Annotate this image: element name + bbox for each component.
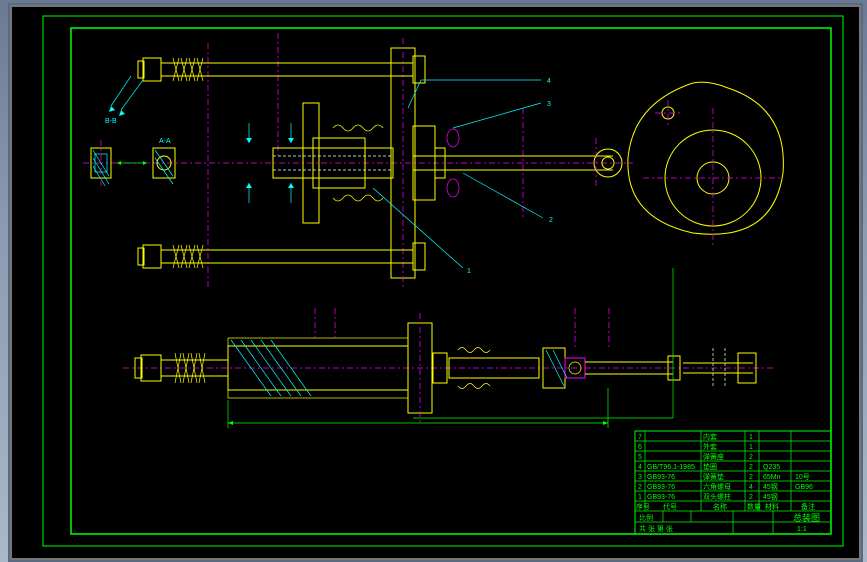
bom-row-5-desc: 弹簧座 [703,452,724,461]
bom-row-3-std: GB93-76 [647,474,675,481]
callout-3: 3 [547,101,551,108]
viewport-frame: B-B A-A 4 3 2 1 [8,3,863,562]
app-window: B-B A-A 4 3 2 1 [0,0,867,562]
bom-row-4-std: GB/T96.1-1985 [647,464,695,471]
sheet-label: 共 张 第 张 [639,524,673,533]
bom-row-3-no: 3 [638,474,642,481]
bom-row-2-desc: 六角螺母 [703,482,731,491]
bom-row-3-mat: 65Mn [763,474,781,481]
drawing-scale: 1:1 [797,526,807,533]
callout-4: 4 [547,78,551,85]
bom-row-2-qty: 4 [749,484,753,491]
callout-1: 1 [467,268,471,275]
bom-row-2-note: GB96 [795,484,813,491]
callout-2: 2 [549,217,553,224]
bom-row-3-qty: 2 [749,474,753,481]
bom-row-7-desc: 内套 [703,432,717,441]
bom-hdr-desc: 名称 [713,502,727,511]
bom-row-7-no: 7 [638,434,642,441]
section-label-aa: A-A [159,138,171,145]
bom-row-1-desc: 双头螺柱 [703,492,731,501]
bom-row-6-desc: 外套 [703,442,717,451]
bom-row-5-no: 5 [638,454,642,461]
bom-row-1-no: 1 [638,494,642,501]
bom-row-6-no: 6 [638,444,642,451]
bom-hdr-no: 序号 [636,502,650,511]
bom-row-1-qty: 2 [749,494,753,501]
cam-detail [628,82,784,248]
bom-row-6-qty: 1 [749,444,753,451]
bom-row-1-mat: 45钢 [763,492,778,501]
bom-row-4-qty: 2 [749,464,753,471]
titleblock: 7 内套 1 6 外套 1 5 弹簧座 2 4 GB/T96.1-1985 垫圈… [635,431,831,534]
bottom-view [123,268,773,428]
bom-row-5-qty: 2 [749,454,753,461]
callout-leaders [373,80,543,268]
bom-row-4-mat: Q235 [763,464,780,471]
sheet-outer-border [43,16,843,546]
bom-row-7-qty: 1 [749,434,753,441]
drawing-canvas[interactable]: B-B A-A 4 3 2 1 [13,8,858,557]
bom-row-3-desc: 弹簧垫 [703,472,724,481]
section-arrow-a [109,76,143,116]
drawing-title: 总装图 [793,512,820,523]
scale-label: 比例 [639,513,653,522]
bom-hdr-mat: 材料 [765,502,779,511]
bom-hdr-note: 备注 [801,502,815,511]
bom-row-2-no: 2 [638,484,642,491]
bom-row-2-std: GB93-76 [647,484,675,491]
top-assembly: B-B A-A 4 3 2 1 [83,33,633,290]
bom-row-1-std: GB93-76 [647,494,675,501]
bom-row-4-no: 4 [638,464,642,471]
cad-drawing[interactable]: B-B A-A 4 3 2 1 [13,8,858,557]
section-label-bb: B-B [105,118,117,125]
bom-row-2-mat: 45钢 [763,482,778,491]
bom-hdr-qty: 数量 [747,502,761,511]
bom-row-4-desc: 垫圈 [703,462,717,471]
bom-row-3-note: 10号 [795,473,810,481]
bom-hdr-std: 代号 [663,502,677,511]
